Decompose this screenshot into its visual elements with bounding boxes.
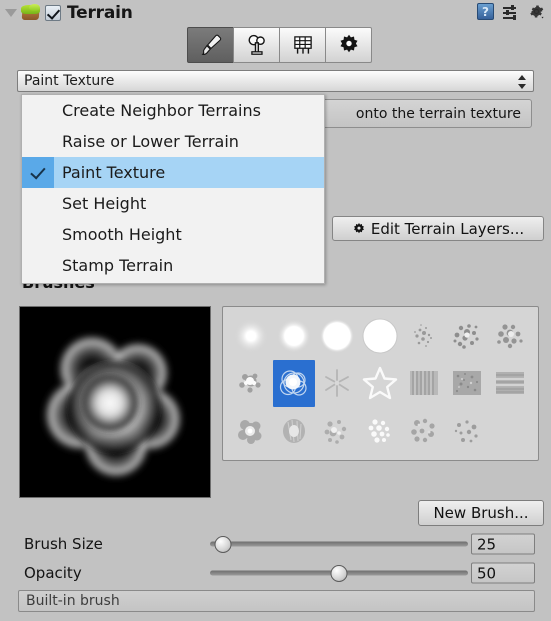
menu-item-set-height[interactable]: Set Height <box>22 188 324 219</box>
brush-item[interactable] <box>316 313 358 359</box>
terrain-tool-dropdown-value: Paint Texture <box>24 73 115 89</box>
check-icon-slot <box>22 188 54 219</box>
check-icon-slot <box>22 95 54 126</box>
tab-paint-trees[interactable] <box>233 27 280 63</box>
new-brush-button[interactable]: New Brush... <box>418 500 544 526</box>
component-header: Terrain <box>0 0 551 26</box>
menu-item-smooth-height[interactable]: Smooth Height <box>22 219 324 250</box>
opacity-row: Opacity 50 <box>0 561 551 585</box>
brush-item[interactable] <box>273 313 315 359</box>
brush-item[interactable] <box>403 313 445 359</box>
page-title: Terrain <box>67 3 133 23</box>
brush-name-field[interactable]: Built-in brush <box>18 590 535 612</box>
menu-item-paint-texture[interactable]: Paint Texture <box>22 157 324 188</box>
new-brush-label: New Brush... <box>433 504 529 522</box>
checkmark-icon <box>22 157 54 188</box>
chevron-updown-icon <box>518 75 526 89</box>
terrain-tool-dropdown-menu[interactable]: Create Neighbor Terrains Raise or Lower … <box>21 94 325 284</box>
check-icon-slot <box>22 219 54 250</box>
menu-item-label: Stamp Terrain <box>62 256 174 275</box>
opacity-slider-handle[interactable] <box>330 564 348 582</box>
help-icon[interactable]: ? <box>477 3 494 20</box>
menu-item-create-neighbor-terrains[interactable]: Create Neighbor Terrains <box>22 95 324 126</box>
menu-item-label: Create Neighbor Terrains <box>62 101 261 120</box>
opacity-value[interactable]: 50 <box>471 562 535 584</box>
brush-item[interactable] <box>230 313 272 359</box>
menu-item-label: Set Height <box>62 194 147 213</box>
edit-terrain-layers-label: Edit Terrain Layers... <box>370 219 525 238</box>
brush-item[interactable] <box>446 408 488 454</box>
menu-item-label: Raise or Lower Terrain <box>62 132 239 151</box>
brush-item[interactable] <box>489 360 531 406</box>
terrain-icon <box>21 4 41 22</box>
tab-terrain-settings[interactable] <box>325 27 372 63</box>
opacity-slider[interactable] <box>210 564 468 582</box>
brush-size-slider[interactable] <box>210 535 468 553</box>
brush-item-empty <box>489 408 531 454</box>
brush-item[interactable] <box>230 408 272 454</box>
brush-preview <box>19 306 211 498</box>
preset-icon[interactable] <box>503 4 519 20</box>
menu-item-raise-or-lower-terrain[interactable]: Raise or Lower Terrain <box>22 126 324 157</box>
brush-size-slider-handle[interactable] <box>214 535 232 553</box>
brush-item-selected[interactable] <box>273 360 316 407</box>
brush-size-value[interactable]: 25 <box>471 533 535 555</box>
brush-item[interactable] <box>359 313 401 359</box>
help-box-text: onto the terrain texture <box>355 105 521 122</box>
terrain-enabled-checkbox[interactable] <box>45 5 61 21</box>
brush-item[interactable] <box>316 360 358 406</box>
gear-icon[interactable] <box>528 3 545 20</box>
brush-item[interactable] <box>403 408 445 454</box>
brush-item[interactable] <box>316 408 358 454</box>
brush-palette[interactable] <box>222 306 539 461</box>
tab-paint-terrain[interactable] <box>187 27 234 63</box>
gear-icon <box>353 222 364 233</box>
brush-item[interactable] <box>359 360 401 406</box>
header-icon-group: ? <box>477 3 545 20</box>
brush-item[interactable] <box>489 313 531 359</box>
brush-item[interactable] <box>403 360 445 406</box>
menu-item-label: Paint Texture <box>62 163 166 182</box>
terrain-tool-tabs <box>187 27 372 63</box>
brush-size-label: Brush Size <box>24 535 103 553</box>
brush-item[interactable] <box>273 408 315 454</box>
brush-item[interactable] <box>446 360 488 406</box>
terrain-tool-dropdown[interactable]: Paint Texture <box>17 70 534 92</box>
edit-terrain-layers-button[interactable]: Edit Terrain Layers... <box>332 216 544 241</box>
menu-item-label: Smooth Height <box>62 225 182 244</box>
tab-paint-details[interactable] <box>279 27 326 63</box>
brush-size-row: Brush Size 25 <box>0 532 551 556</box>
foldout-triangle-icon[interactable] <box>5 9 17 17</box>
check-icon-slot <box>22 126 54 157</box>
brush-item[interactable] <box>446 313 488 359</box>
opacity-label: Opacity <box>24 564 82 582</box>
terrain-inspector: Terrain ? Paint Texture onto the terrain… <box>0 0 551 621</box>
brush-item[interactable] <box>359 408 401 454</box>
check-icon-slot <box>22 250 54 281</box>
menu-item-stamp-terrain[interactable]: Stamp Terrain <box>22 250 324 281</box>
brush-item[interactable] <box>230 360 272 406</box>
